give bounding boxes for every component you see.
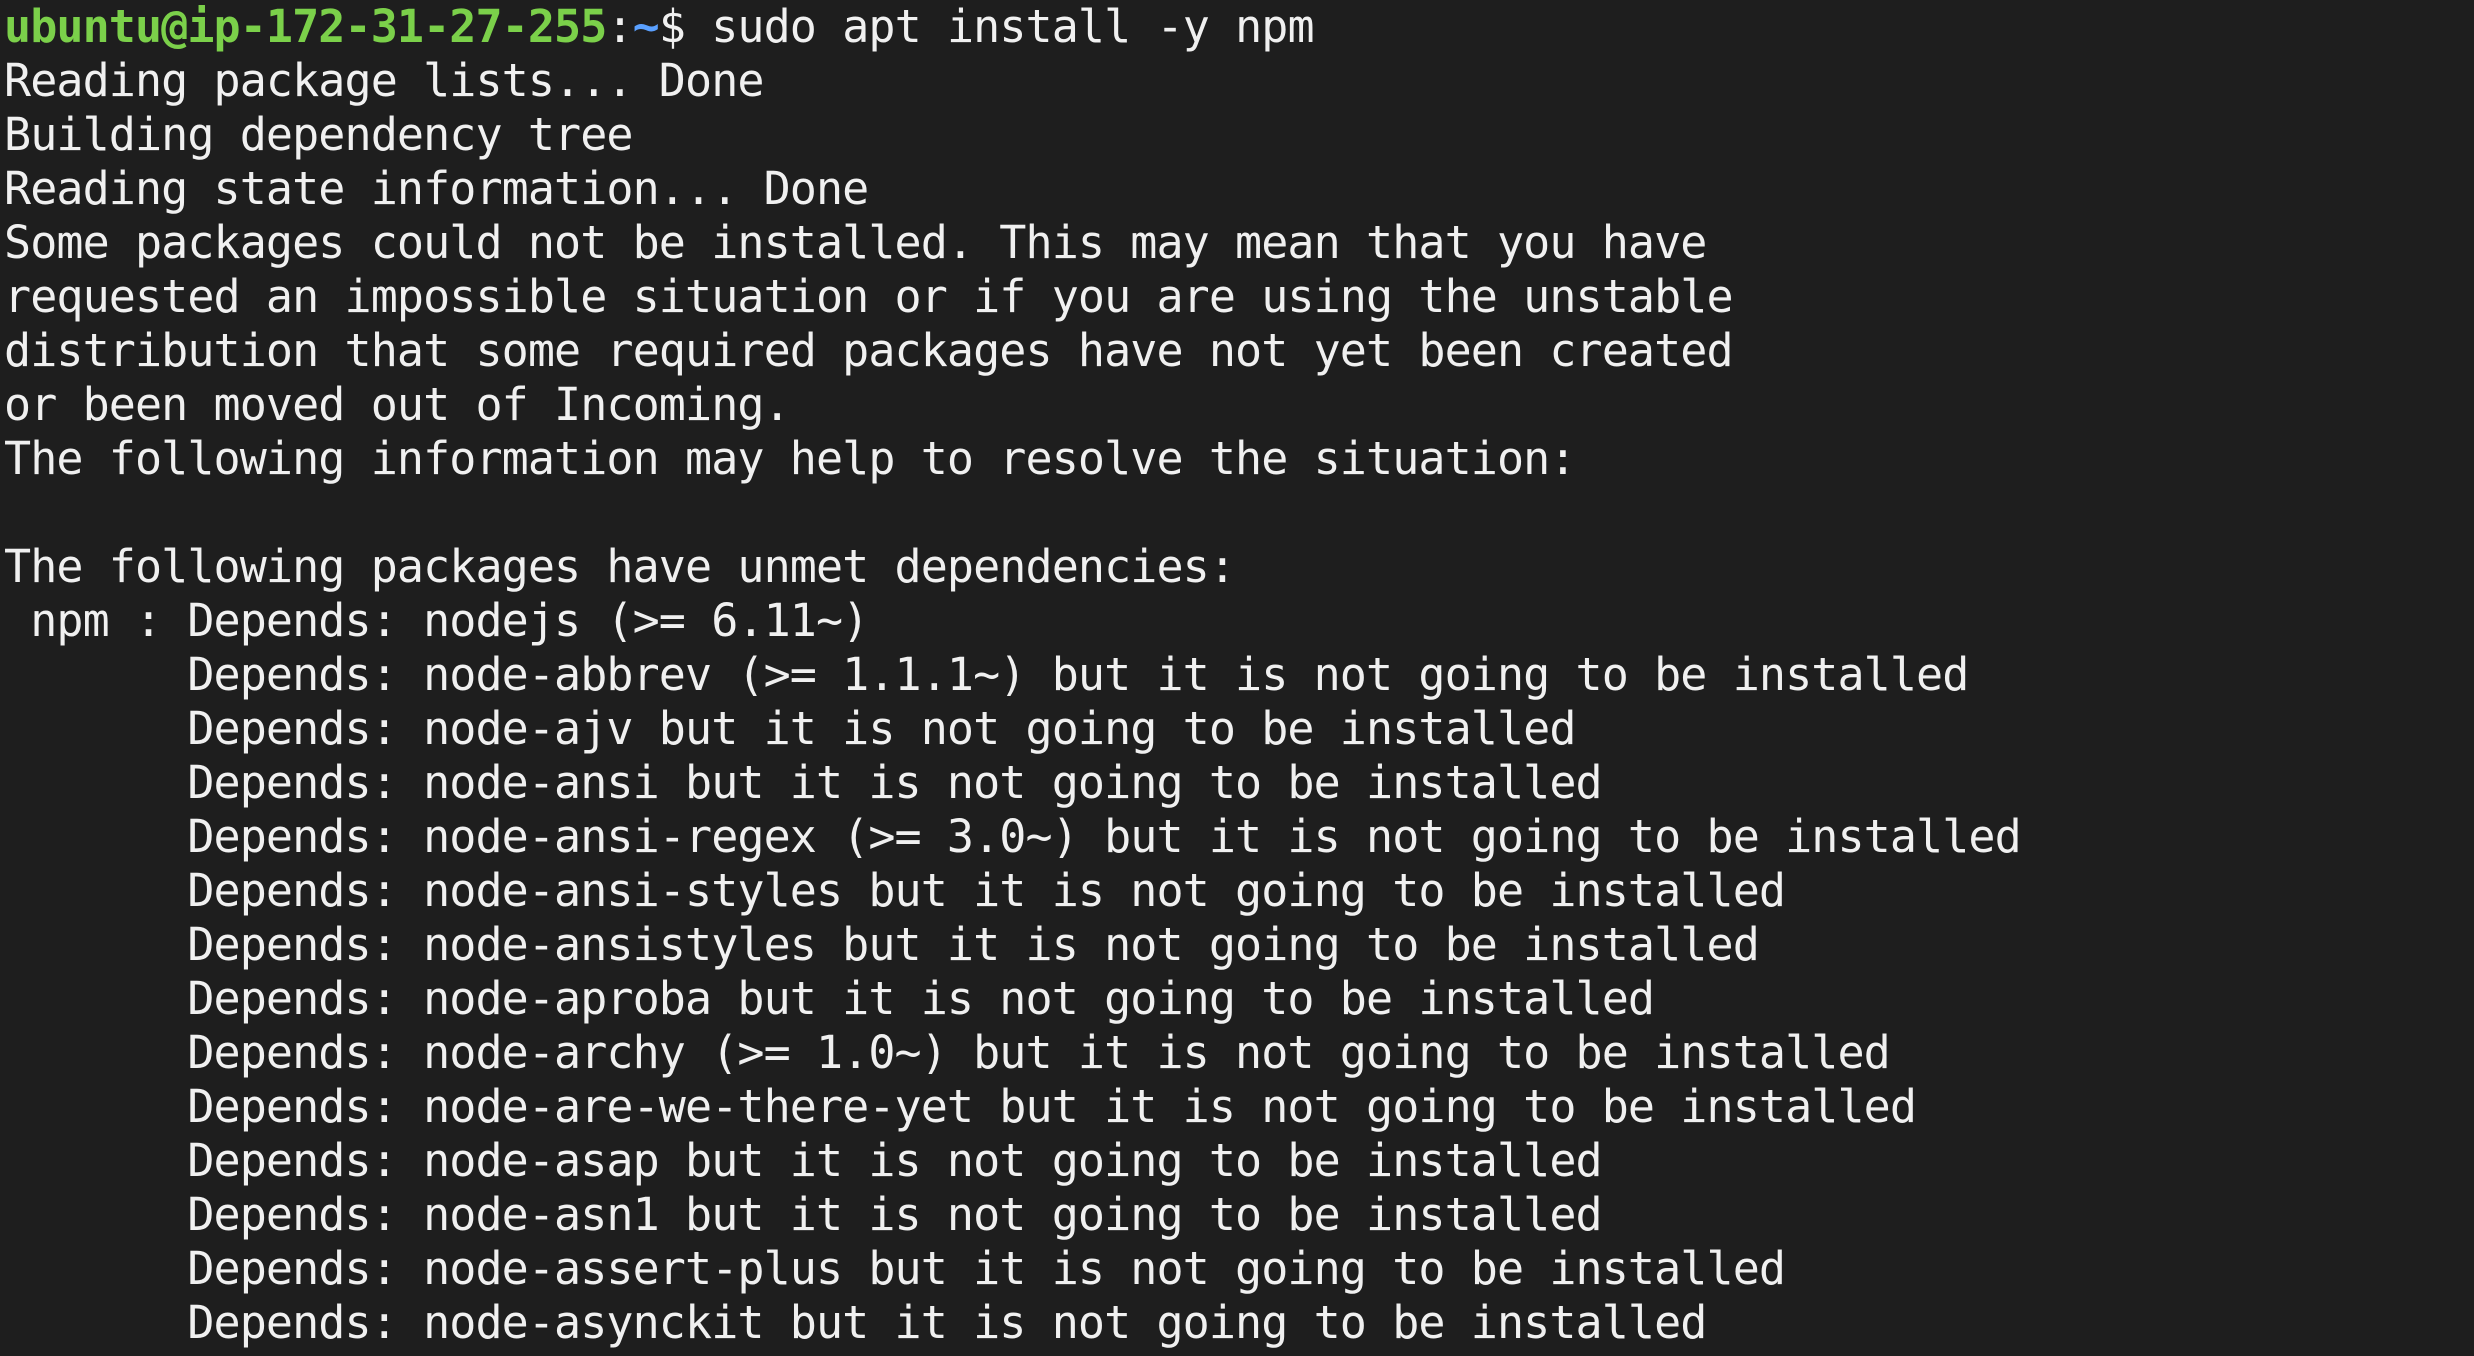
prompt-symbol: $ (658, 0, 712, 53)
output-line: The following packages have unmet depend… (4, 540, 1236, 593)
dependency-line: Depends: node-ansi but it is not going t… (4, 756, 1602, 809)
dependency-line: Depends: node-asap but it is not going t… (4, 1134, 1602, 1187)
output-line: or been moved out of Incoming. (4, 378, 791, 431)
output-line: Reading package lists... Done (4, 54, 764, 107)
dependency-line: Depends: node-aproba but it is not going… (4, 972, 1655, 1025)
dependency-line: Depends: node-ansi-styles but it is not … (4, 864, 1786, 917)
dependency-line: Depends: node-ansi-regex (>= 3.0~) but i… (4, 810, 2021, 863)
prompt-user-host: ubuntu@ip-172-31-27-255 (4, 0, 607, 53)
terminal-window[interactable]: ubuntu@ip-172-31-27-255:~$ sudo apt inst… (4, 0, 2470, 1356)
prompt-line: ubuntu@ip-172-31-27-255:~$ sudo apt inst… (4, 0, 2470, 54)
output-line: distribution that some required packages… (4, 324, 1734, 377)
dependency-line: Depends: node-abbrev (>= 1.1.1~) but it … (4, 648, 1969, 701)
dependency-line: Depends: node-asn1 but it is not going t… (4, 1188, 1602, 1241)
output-line: Reading state information... Done (4, 162, 869, 215)
dependency-line: Depends: node-are-we-there-yet but it is… (4, 1080, 1917, 1133)
dependency-line: npm : Depends: nodejs (>= 6.11~) (4, 594, 869, 647)
output-line: requested an impossible situation or if … (4, 270, 1734, 323)
command-text: sudo apt install -y npm (711, 0, 1314, 53)
output-line: Some packages could not be installed. Th… (4, 216, 1707, 269)
prompt-separator: : (606, 0, 633, 53)
dependency-line: Depends: node-assert-plus but it is not … (4, 1242, 1786, 1295)
dependency-line: Depends: node-asynckit but it is not goi… (4, 1296, 1707, 1349)
prompt-path: ~ (632, 0, 660, 53)
dependency-line: Depends: node-ajv but it is not going to… (4, 702, 1576, 755)
dependency-line: Depends: node-ansistyles but it is not g… (4, 918, 1759, 971)
dependency-line: Depends: node-archy (>= 1.0~) but it is … (4, 1026, 1890, 1079)
output-line: The following information may help to re… (4, 432, 1576, 485)
output-line: Building dependency tree (4, 108, 634, 161)
